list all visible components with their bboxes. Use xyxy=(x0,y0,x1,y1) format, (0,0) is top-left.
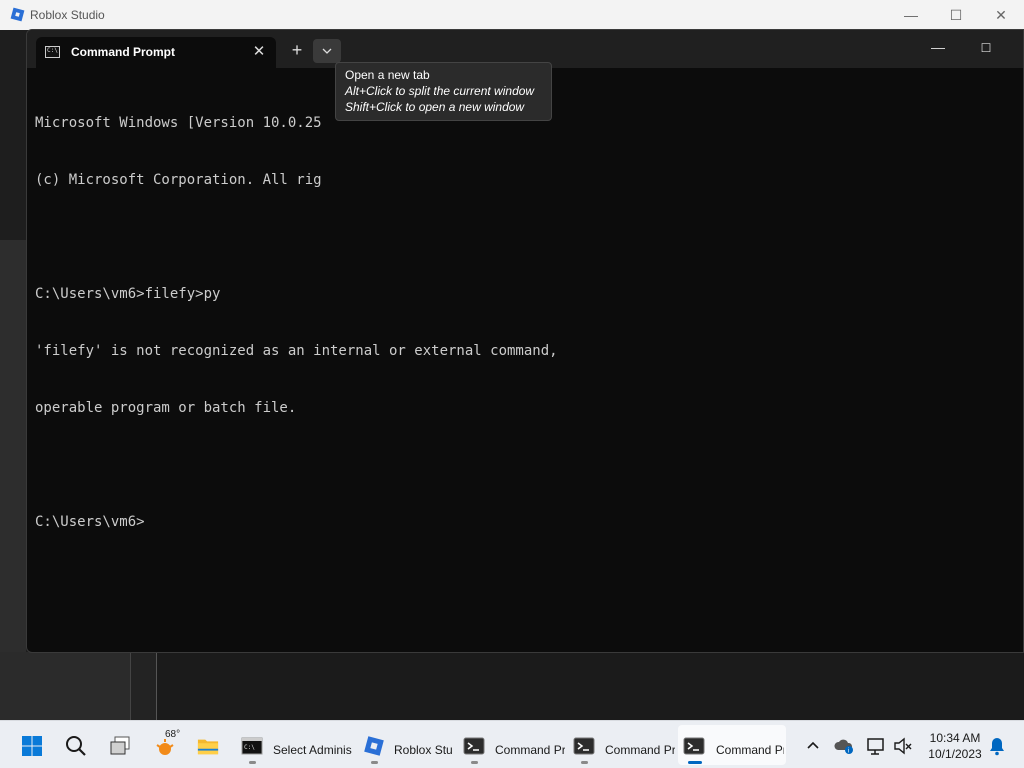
taskbar-app-command-prompt-active[interactable]: Command Pr xyxy=(678,725,786,765)
folder-icon xyxy=(197,739,219,755)
task-view-button[interactable] xyxy=(102,725,138,765)
cmd-icon: C:\ xyxy=(45,46,60,58)
chevron-up-icon xyxy=(807,741,819,749)
roblox-studio-icon xyxy=(10,7,25,22)
roblox-side-panel xyxy=(0,240,26,720)
console-prompt-line: C:\Users\vm6> xyxy=(35,514,145,530)
tab-command-prompt[interactable]: C:\ Command Prompt ✕ xyxy=(36,37,276,68)
terminal-window: C:\ Command Prompt ✕ + — ☐ Microsoft Win… xyxy=(26,29,1024,653)
running-indicator xyxy=(581,761,588,764)
console-line: ​ xyxy=(35,228,1015,247)
console-output[interactable]: Microsoft Windows [Version 10.0.25 (c) M… xyxy=(35,76,1015,570)
notifications-button[interactable] xyxy=(984,725,1010,765)
tooltip-line: Alt+Click to split the current window xyxy=(345,84,535,98)
show-hidden-icons-button[interactable] xyxy=(800,725,826,765)
clock-button[interactable]: 10:34 AM 10/1/2023 xyxy=(920,725,990,765)
tab-close-icon[interactable]: ✕ xyxy=(248,41,270,63)
new-tab-dropdown-button[interactable] xyxy=(313,39,341,63)
windows-logo-icon xyxy=(22,736,42,756)
roblox-studio-titlebar[interactable]: Roblox Studio — ☐ ✕ xyxy=(0,0,1024,30)
new-tab-tooltip: Open a new tab Alt+Click to split the cu… xyxy=(335,62,552,121)
file-explorer-button[interactable] xyxy=(192,725,228,765)
weather-icon xyxy=(156,739,174,755)
taskbar-app-roblox-studio[interactable]: Roblox Stu xyxy=(358,725,456,765)
weather-temperature: 68° xyxy=(165,729,181,740)
console-line: (c) Microsoft Corporation. All rig xyxy=(35,172,322,188)
roblox-studio-icon xyxy=(364,736,384,756)
terminal-maximize-button[interactable]: ☐ xyxy=(971,36,1001,60)
roblox-output-panel xyxy=(156,652,1024,720)
console-line: operable program or batch file. xyxy=(35,400,297,416)
cloud-icon: i xyxy=(834,739,853,755)
cmd-icon: C:\ xyxy=(241,737,263,755)
console-line: 'filefy' is not recognized as an interna… xyxy=(35,343,558,359)
new-tab-button[interactable]: + xyxy=(285,39,309,63)
volume-button[interactable] xyxy=(890,725,916,765)
task-view-icon xyxy=(110,736,130,755)
roblox-bottom-panel xyxy=(0,652,130,720)
volume-muted-icon xyxy=(894,737,912,755)
taskbar-app-label: Command Pr xyxy=(495,743,565,757)
search-button[interactable] xyxy=(58,725,94,765)
taskbar-app-label: Select Adminis xyxy=(273,743,352,757)
clock-time: 10:34 AM xyxy=(929,731,981,745)
terminal-minimize-button[interactable]: — xyxy=(923,36,953,60)
taskbar-app-label: Command Pr xyxy=(605,743,675,757)
taskbar-app-command-prompt[interactable]: Command Pr xyxy=(458,725,566,765)
maximize-button[interactable]: ☐ xyxy=(933,4,979,26)
clock-date: 10/1/2023 xyxy=(928,747,982,761)
minimize-button[interactable]: — xyxy=(888,4,934,26)
taskbar-app-select-administrator[interactable]: C:\ Select Adminis xyxy=(236,725,354,765)
roblox-panel-divider xyxy=(130,652,158,720)
running-indicator xyxy=(471,761,478,764)
terminal-icon xyxy=(463,737,485,755)
running-indicator xyxy=(371,761,378,764)
roblox-studio-title: Roblox Studio xyxy=(30,8,105,22)
onedrive-button[interactable]: i xyxy=(830,725,858,765)
svg-text:C:\: C:\ xyxy=(244,744,255,751)
active-indicator xyxy=(688,761,702,764)
start-button[interactable] xyxy=(14,725,50,765)
console-line: C:\Users\vm6>filefy>py xyxy=(35,286,221,302)
tooltip-line: Open a new tab xyxy=(345,68,430,82)
network-icon xyxy=(867,738,884,755)
tooltip-line: Shift+Click to open a new window xyxy=(345,100,525,114)
close-button[interactable]: ✕ xyxy=(978,4,1024,26)
taskbar-app-label: Command Pr xyxy=(716,743,784,757)
terminal-icon xyxy=(683,737,705,755)
taskbar-app-command-prompt[interactable]: Command Pr xyxy=(568,725,676,765)
taskbar: 68° C:\ Select Adminis Roblox Stu Comman… xyxy=(0,720,1024,768)
terminal-icon xyxy=(573,737,595,755)
console-line: ​ xyxy=(35,456,1015,475)
weather-widget[interactable]: 68° xyxy=(148,725,188,765)
network-button[interactable] xyxy=(862,725,890,765)
chevron-down-icon xyxy=(322,48,332,54)
running-indicator xyxy=(249,761,256,764)
tab-title: Command Prompt xyxy=(71,45,176,59)
search-icon xyxy=(66,736,86,756)
taskbar-app-label: Roblox Stu xyxy=(394,743,453,757)
bell-icon xyxy=(990,738,1004,756)
